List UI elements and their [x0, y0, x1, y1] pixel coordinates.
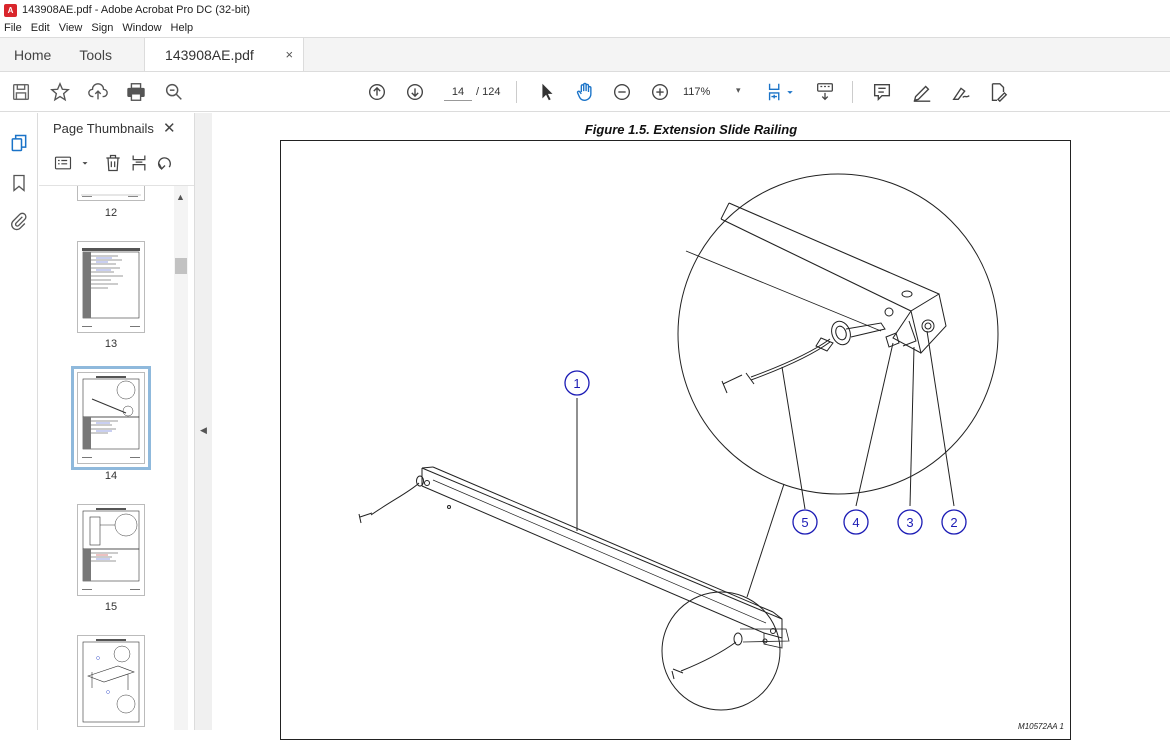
tab-document[interactable]: 143908AE.pdf ×	[144, 38, 305, 71]
zoom-dropdown-icon[interactable]: ▾	[736, 85, 741, 96]
zoom-search-icon[interactable]	[162, 80, 186, 104]
tab-tools[interactable]: Tools	[65, 38, 126, 71]
acrobat-logo-icon: A	[4, 3, 17, 17]
page-total: / 124	[476, 86, 501, 98]
thumbnail-label: 12	[104, 207, 118, 219]
page-number-input[interactable]	[444, 83, 472, 101]
detail-circle-small	[661, 591, 781, 711]
menu-help[interactable]: Help	[171, 22, 194, 34]
menu-window[interactable]: Window	[122, 22, 161, 34]
thumbnail-label: 15	[104, 601, 118, 613]
menu-sign[interactable]: Sign	[91, 22, 113, 34]
callout-label: 4	[852, 515, 859, 530]
menu-file[interactable]: File	[4, 22, 22, 34]
thumbnail-label: 14	[104, 470, 118, 482]
comment-icon[interactable]	[870, 80, 894, 104]
thumbnail-page-13[interactable]	[77, 241, 145, 333]
main-toolbar: / 124 117% ▾	[0, 72, 1170, 112]
undo-rotate-icon[interactable]	[155, 153, 177, 175]
sign-icon[interactable]	[949, 80, 973, 104]
hand-tool-icon[interactable]	[573, 80, 597, 104]
previous-page-icon[interactable]	[365, 80, 389, 104]
menu-view[interactable]: View	[59, 22, 83, 34]
scroll-up-icon[interactable]: ▲	[176, 192, 185, 202]
next-page-icon[interactable]	[403, 80, 427, 104]
print-icon[interactable]	[124, 80, 148, 104]
detail-connector-line	[746, 483, 785, 598]
extension-slide-railing-drawing: 1 5 4 3 2	[358, 173, 999, 711]
callout-5: 5	[792, 509, 818, 535]
menu-edit[interactable]: Edit	[31, 22, 50, 34]
thumbnail-options-dropdown-icon[interactable]	[75, 153, 88, 175]
tab-close-icon[interactable]: ×	[285, 47, 293, 62]
callout-2: 2	[941, 509, 967, 535]
zoom-in-icon[interactable]	[648, 80, 672, 104]
save-icon[interactable]	[9, 80, 33, 104]
bookmark-star-icon[interactable]	[48, 80, 72, 104]
bookmarks-icon[interactable]	[9, 173, 29, 193]
figure-title: Figure 1.5. Extension Slide Railing	[584, 122, 798, 137]
tab-bar: Home Tools 143908AE.pdf ×	[0, 37, 1170, 72]
window-title: 143908AE.pdf - Adobe Acrobat Pro DC (32-…	[22, 4, 251, 16]
thumbnail-list[interactable]: 12 13 14 15 ▲	[39, 185, 194, 730]
insert-page-icon[interactable]	[129, 153, 151, 175]
navigation-rail	[0, 113, 38, 730]
panel-title: Page Thumbnails	[53, 121, 154, 136]
callout-label: 5	[801, 515, 808, 530]
cloud-upload-icon[interactable]	[86, 80, 110, 104]
callout-label: 3	[906, 515, 913, 530]
thumbnail-page-12[interactable]	[77, 186, 145, 201]
panel-close-icon[interactable]: ✕	[163, 119, 176, 137]
tab-home[interactable]: Home	[0, 38, 65, 71]
callout-3: 3	[897, 509, 923, 535]
scrollbar-thumb[interactable]	[175, 258, 187, 274]
zoom-level[interactable]: 117%	[683, 86, 710, 98]
figure-frame: 1 5 4 3 2 M10572AA 1	[280, 140, 1071, 740]
callout-label: 1	[573, 376, 580, 391]
callout-1: 1	[564, 370, 590, 396]
panel-splitter[interactable]: ◀	[194, 113, 212, 730]
thumbnail-page-16[interactable]	[77, 635, 145, 727]
callout-label: 2	[950, 515, 957, 530]
page-thumbnails-icon[interactable]	[9, 133, 29, 153]
thumbnails-panel: Page Thumbnails ✕ 12 13 14 15 ▲	[39, 113, 194, 730]
page-fit-dropdown-icon[interactable]	[784, 80, 796, 104]
title-bar: A 143908AE.pdf - Adobe Acrobat Pro DC (3…	[0, 0, 1170, 20]
scroll-mode-icon[interactable]	[813, 80, 837, 104]
thumbnail-tools	[51, 153, 191, 179]
delete-page-icon[interactable]	[103, 153, 125, 175]
select-cursor-icon[interactable]	[535, 80, 559, 104]
tab-document-label: 143908AE.pdf	[165, 46, 254, 63]
callout-4: 4	[843, 509, 869, 535]
thumbnail-scrollbar[interactable]: ▲	[174, 186, 188, 730]
toolbar-divider	[516, 81, 517, 103]
collapse-panel-icon[interactable]: ◀	[200, 425, 207, 436]
zoom-out-icon[interactable]	[610, 80, 634, 104]
highlight-pen-icon[interactable]	[910, 80, 934, 104]
menu-bar: File Edit View Sign Window Help	[0, 20, 1170, 36]
toolbar-divider	[852, 81, 853, 103]
document-viewer[interactable]: Figure 1.5. Extension Slide Railing 1 5 …	[212, 113, 1170, 740]
thumbnail-label: 13	[104, 338, 118, 350]
attachments-icon[interactable]	[9, 211, 29, 231]
thumbnail-page-15[interactable]	[77, 504, 145, 596]
thumbnail-page-14[interactable]	[71, 366, 151, 470]
fill-sign-icon[interactable]	[986, 80, 1010, 104]
thumbnail-options-icon[interactable]	[53, 153, 75, 175]
